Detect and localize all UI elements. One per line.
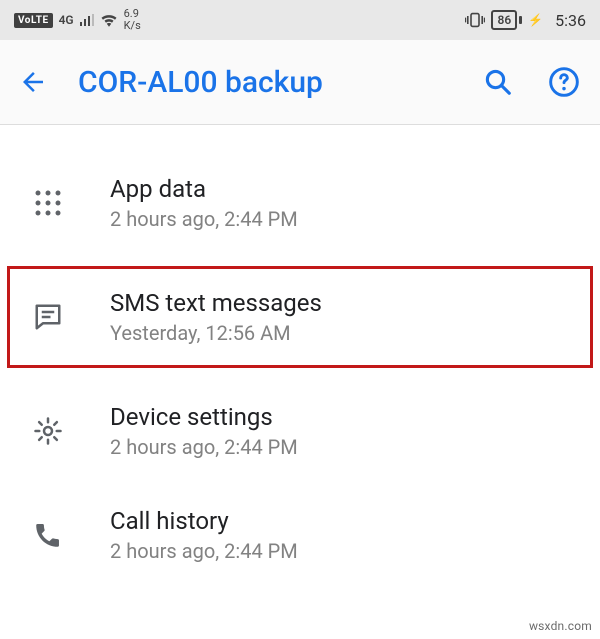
battery-nub-icon [519, 16, 522, 24]
network-speed: 6.9 K/s [124, 8, 141, 31]
speed-unit: K/s [124, 20, 141, 32]
item-title: App data [110, 175, 576, 203]
status-left: VoLTE 4G 6.9 K/s [14, 8, 141, 31]
list-item-sms[interactable]: SMS text messages Yesterday, 12:56 AM [6, 265, 594, 369]
signal-icon [80, 14, 94, 26]
list-item-device-settings[interactable]: Device settings 2 hours ago, 2:44 PM [0, 379, 600, 483]
phone-icon [30, 521, 66, 549]
list-item-call-history[interactable]: Call history 2 hours ago, 2:44 PM [0, 483, 600, 587]
battery-percent: 86 [497, 13, 511, 27]
item-subtitle: 2 hours ago, 2:44 PM [110, 539, 576, 563]
clock: 5:36 [555, 11, 586, 30]
sms-icon [30, 302, 66, 332]
watermark: wsxdn.com [529, 619, 592, 633]
settings-icon [30, 416, 66, 446]
status-bar: VoLTE 4G 6.9 K/s 86 ⚡ 5:36 [0, 0, 600, 40]
network-gen-label: 4G [59, 14, 74, 26]
item-subtitle: Yesterday, 12:56 AM [110, 321, 576, 345]
battery-indicator: 86 [491, 10, 522, 30]
wifi-icon [100, 13, 118, 27]
backup-items-list: App data 2 hours ago, 2:44 PM SMS text m… [0, 125, 600, 587]
item-title: Call history [110, 507, 576, 535]
page-title: COR-AL00 backup [78, 65, 450, 100]
volte-badge: VoLTE [14, 13, 53, 28]
item-title: Device settings [110, 403, 576, 431]
item-title: SMS text messages [110, 289, 576, 317]
help-button[interactable] [546, 66, 582, 98]
status-right: 86 ⚡ 5:36 [465, 10, 586, 30]
search-button[interactable] [480, 67, 516, 97]
back-button[interactable] [18, 67, 48, 97]
charging-icon: ⚡ [528, 13, 543, 27]
item-subtitle: 2 hours ago, 2:44 PM [110, 207, 576, 231]
apps-icon [30, 188, 66, 218]
item-subtitle: 2 hours ago, 2:44 PM [110, 435, 576, 459]
list-item-app-data[interactable]: App data 2 hours ago, 2:44 PM [0, 151, 600, 255]
vibrate-icon [465, 12, 485, 28]
app-bar: COR-AL00 backup [0, 40, 600, 125]
